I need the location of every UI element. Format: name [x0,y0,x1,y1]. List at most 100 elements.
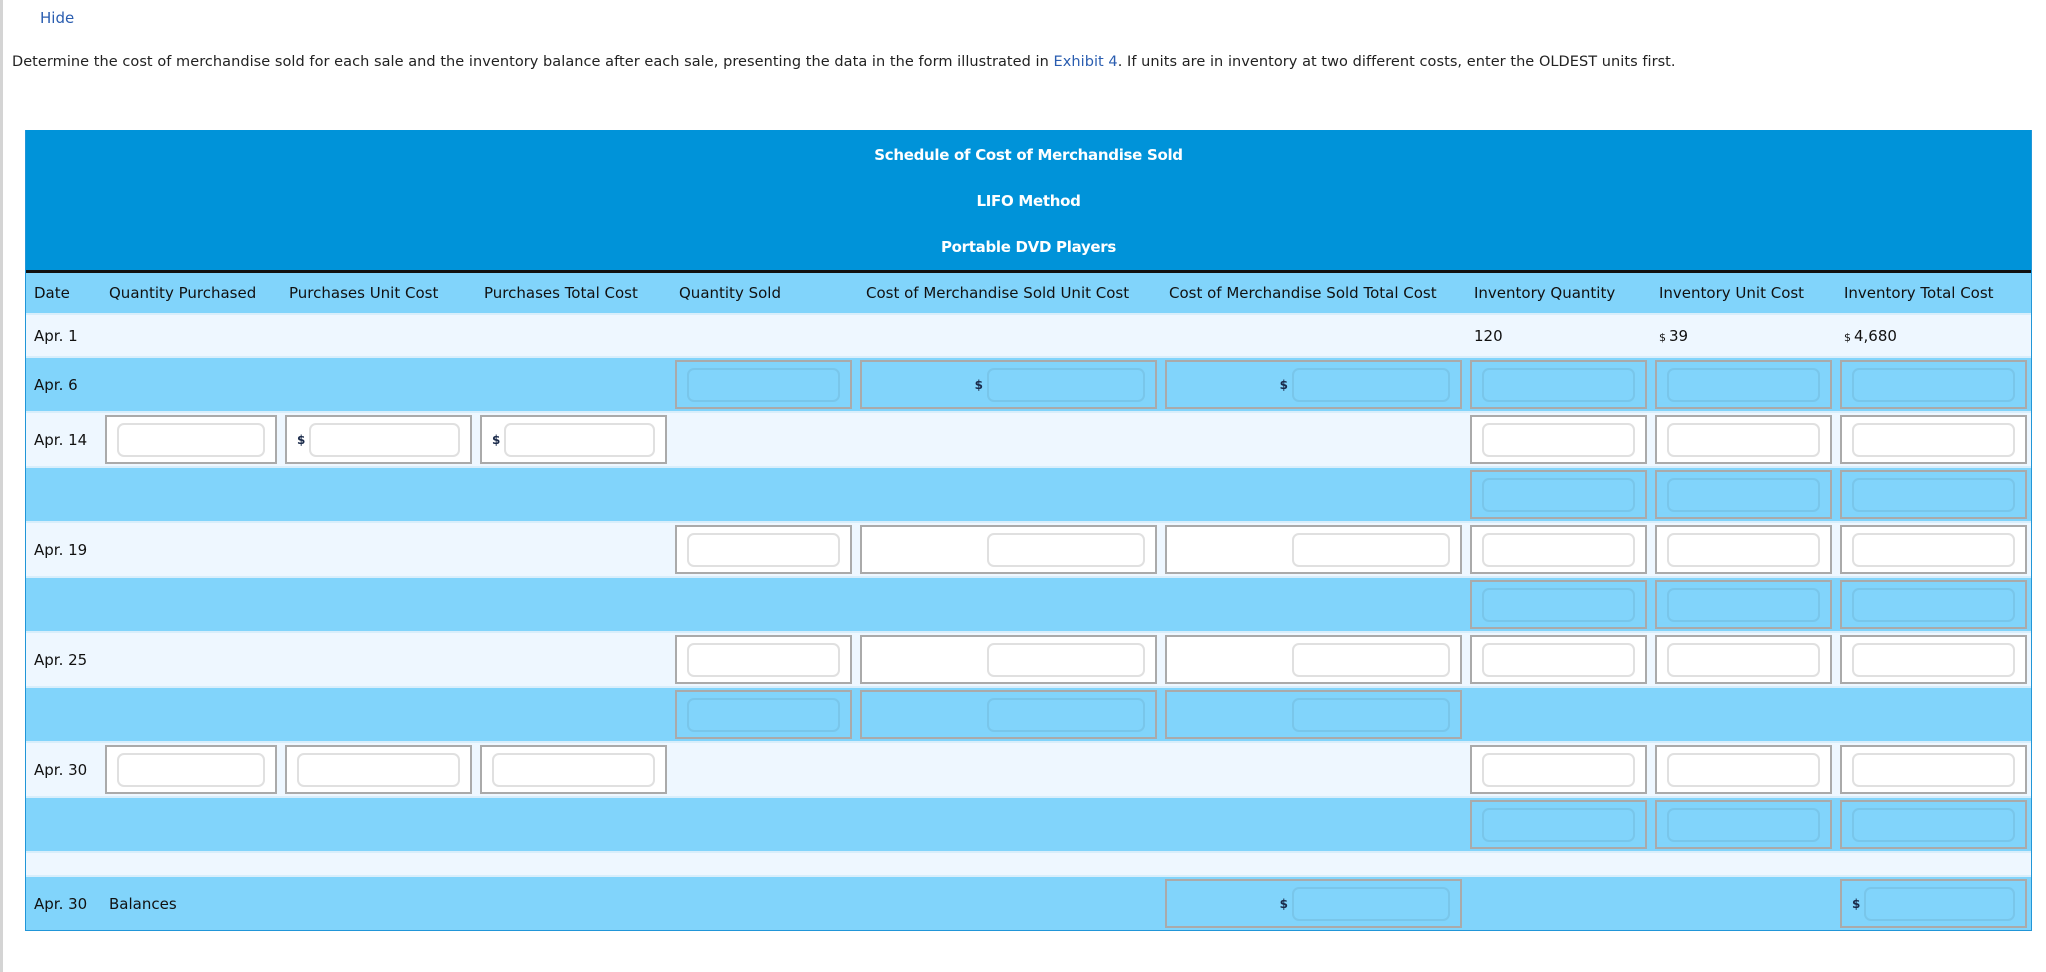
header-row: Date Quantity Purchased Purchases Unit C… [26,273,2031,314]
exhibit-link[interactable]: Exhibit 4 [1054,54,1118,70]
inventory-total-cost-input[interactable] [1852,587,2015,622]
quantity-sold-input[interactable] [687,697,840,732]
coms-unit-cost-field: $ [860,360,1157,409]
inventory-unit-cost-input[interactable] [1667,807,1820,842]
inventory-total-cost-field [1840,745,2027,794]
inventory-quantity-field [1470,745,1647,794]
quantity-sold-input[interactable] [687,367,840,402]
inventory-quantity-input[interactable] [1482,477,1635,512]
inventory-unit-cost-input[interactable] [1667,422,1820,457]
instructions-text: Determine the cost of merchandise sold f… [12,54,1676,70]
quantity-purchased-input[interactable] [117,752,265,787]
inventory-quantity-input[interactable] [1482,532,1635,567]
col-inventory-quantity: Inventory Quantity [1466,273,1651,314]
coms-unit-cost-input[interactable] [987,697,1145,732]
inventory-unit-cost-input[interactable] [1667,477,1820,512]
inventory-quantity-value: 120 [1466,313,1651,357]
coms-unit-cost-input[interactable] [987,642,1145,677]
purchases-total-cost-input[interactable] [492,752,655,787]
inventory-total-cost-field [1840,415,2027,464]
inventory-unit-cost-value: $39 [1651,313,1836,357]
table-row-balances: Apr. 30 Balances $ $ [26,875,2031,930]
row-date: Apr. 19 [26,521,101,577]
coms-unit-cost-input[interactable] [987,367,1145,402]
schedule-method: LIFO Method [976,192,1081,210]
inventory-unit-cost-field [1655,800,1832,849]
inventory-quantity-input[interactable] [1482,642,1635,677]
inventory-unit-cost-field [1655,525,1832,574]
left-border [0,0,3,972]
purchases-total-cost-input[interactable] [504,422,655,457]
inventory-total-cost-input[interactable] [1852,752,2015,787]
table-row-apr1: Apr. 1 120 $39 $4,680 [26,313,2031,357]
inventory-unit-cost-amount: 39 [1669,326,1689,345]
coms-total-cost-input[interactable] [1292,367,1450,402]
coms-total-cost-field [1165,525,1462,574]
coms-total-cost-input[interactable] [1292,642,1450,677]
inventory-quantity-input[interactable] [1482,807,1635,842]
inventory-total-balance-input[interactable] [1864,886,2015,921]
inventory-total-cost-field [1840,525,2027,574]
inventory-unit-cost-input[interactable] [1667,642,1820,677]
instructions-before: Determine the cost of merchandise sold f… [12,54,1054,70]
currency-symbol: $ [1844,330,1851,344]
table-row-spacer [26,851,2031,876]
row-date: Apr. 14 [26,411,101,467]
coms-total-cost-field: $ [1165,360,1462,409]
inventory-quantity-input[interactable] [1482,422,1635,457]
purchases-unit-cost-field: $ [285,415,472,464]
col-inventory-unit-cost: Inventory Unit Cost [1651,273,1836,314]
col-purchases-total-cost: Purchases Total Cost [476,273,671,314]
currency-symbol: $ [492,432,501,447]
col-date: Date [26,273,101,314]
table-row-apr14: Apr. 14 $ $ [26,411,2031,467]
inventory-total-balance-field: $ [1840,879,2027,928]
coms-total-cost-input[interactable] [1292,697,1450,732]
table-row-apr30: Apr. 30 [26,741,2031,797]
inventory-total-cost-input[interactable] [1852,807,2015,842]
instructions-after: . If units are in inventory at two diffe… [1117,54,1676,70]
purchases-unit-cost-input[interactable] [297,752,460,787]
inventory-total-cost-input[interactable] [1852,642,2015,677]
schedule-title-band: Schedule of Cost of Merchandise Sold LIF… [26,130,2031,273]
inventory-quantity-field [1470,360,1647,409]
coms-unit-cost-input[interactable] [987,532,1145,567]
inventory-unit-cost-input[interactable] [1667,752,1820,787]
inventory-quantity-field [1470,635,1647,684]
coms-total-balance-input[interactable] [1292,886,1450,921]
inventory-total-cost-input[interactable] [1852,477,2015,512]
schedule-table-container: Schedule of Cost of Merchandise Sold LIF… [25,130,2032,931]
inventory-quantity-input[interactable] [1482,752,1635,787]
inventory-unit-cost-input[interactable] [1667,367,1820,402]
inventory-quantity-input[interactable] [1482,367,1635,402]
inventory-total-cost-input[interactable] [1852,532,2015,567]
inventory-unit-cost-input[interactable] [1667,587,1820,622]
balances-label: Balances [101,875,281,930]
row-date: Apr. 30 [26,875,101,930]
table-row-apr19: Apr. 19 [26,521,2031,577]
inventory-unit-cost-input[interactable] [1667,532,1820,567]
table-row-apr30-layer2 [26,796,2031,852]
quantity-sold-field [675,690,852,739]
inventory-quantity-field [1470,525,1647,574]
coms-total-cost-input[interactable] [1292,532,1450,567]
inventory-total-cost-field [1840,635,2027,684]
inventory-quantity-field [1470,580,1647,629]
inventory-total-cost-input[interactable] [1852,367,2015,402]
quantity-sold-field [675,635,852,684]
col-purchases-unit-cost: Purchases Unit Cost [281,273,476,314]
coms-total-balance-field: $ [1165,879,1462,928]
quantity-purchased-input[interactable] [117,422,265,457]
coms-unit-cost-field [860,635,1157,684]
hide-link[interactable]: Hide [40,9,74,27]
inventory-total-cost-input[interactable] [1852,422,2015,457]
purchases-total-cost-field [480,745,667,794]
purchases-unit-cost-field [285,745,472,794]
coms-unit-cost-field [860,690,1157,739]
quantity-sold-input[interactable] [687,642,840,677]
quantity-sold-input[interactable] [687,532,840,567]
inventory-total-cost-field [1840,800,2027,849]
inventory-quantity-input[interactable] [1482,587,1635,622]
inventory-total-cost-field [1840,360,2027,409]
purchases-unit-cost-input[interactable] [309,422,460,457]
